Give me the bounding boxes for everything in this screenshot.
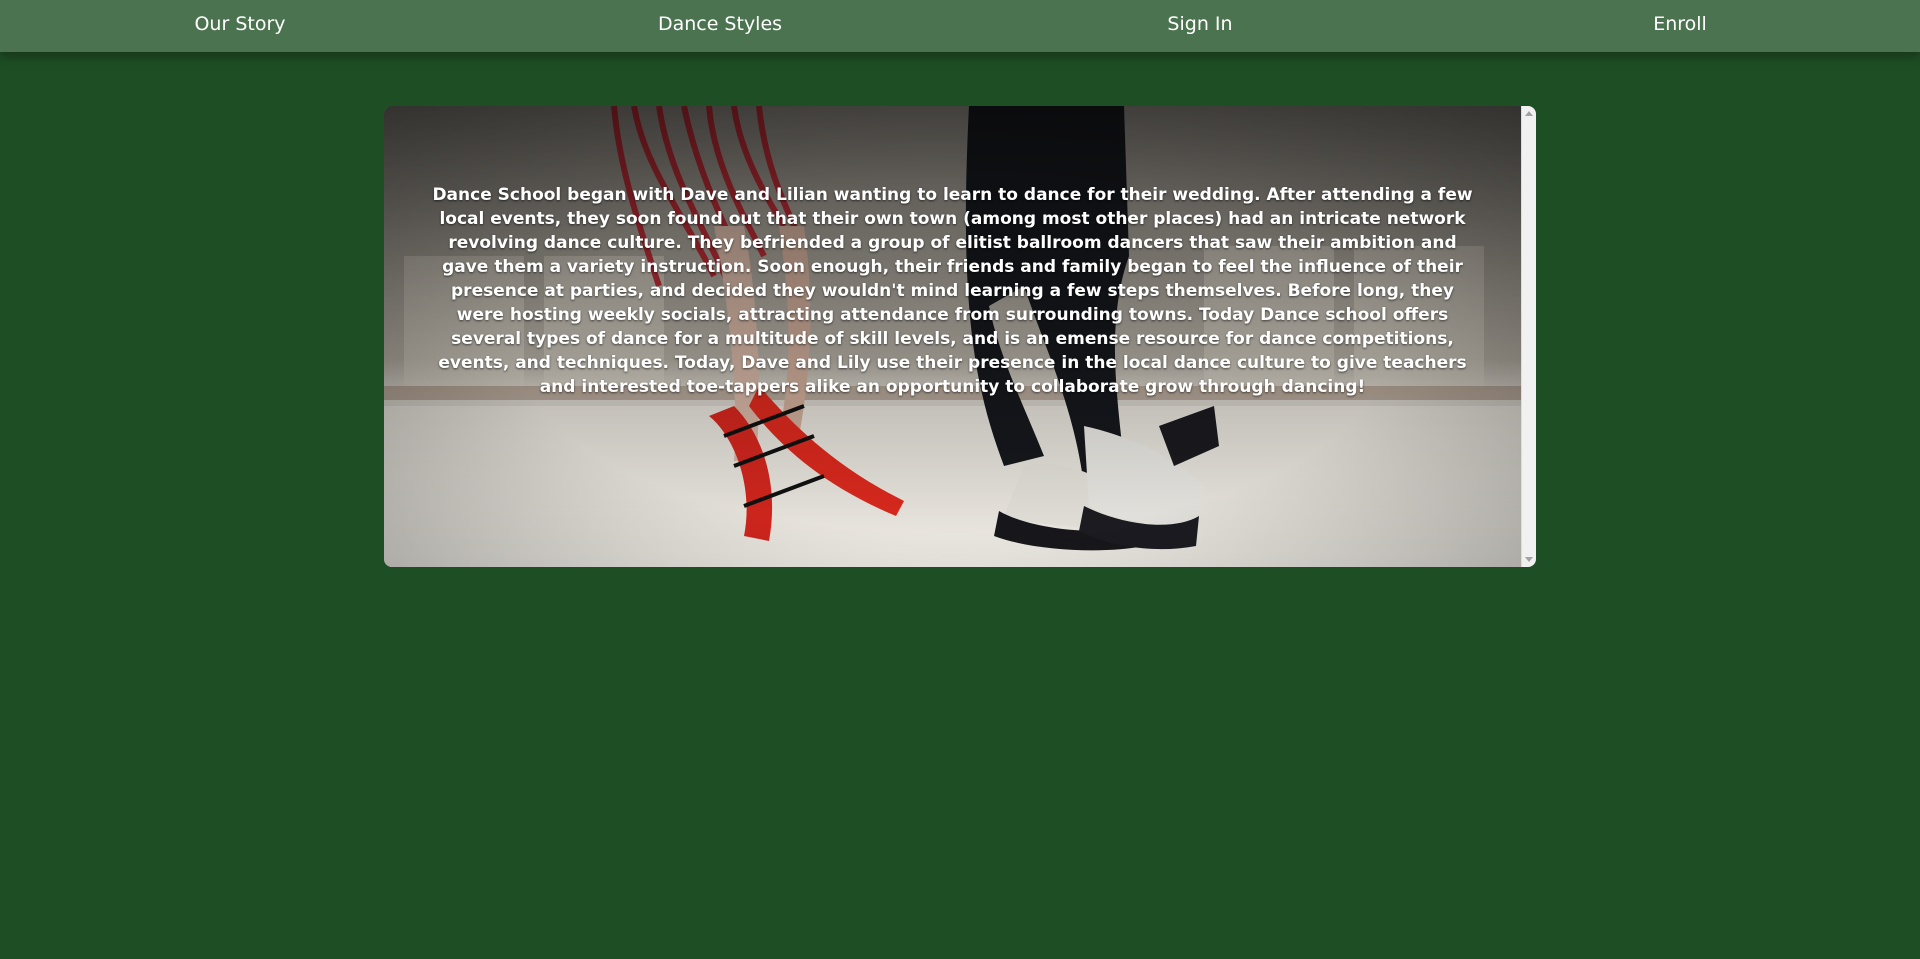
- scroll-up-arrow-icon[interactable]: [1525, 111, 1533, 116]
- nav-link-sign-in[interactable]: Sign In: [960, 0, 1440, 52]
- scroll-down-arrow-icon[interactable]: [1525, 557, 1533, 562]
- nav-link-dance-styles[interactable]: Dance Styles: [480, 0, 960, 52]
- top-navigation: Our Story Dance Styles Sign In Enroll: [0, 0, 1920, 52]
- nav-link-enroll[interactable]: Enroll: [1440, 0, 1920, 52]
- our-story-text: Dance School began with Dave and Lilian …: [432, 185, 1473, 397]
- our-story-panel: Dance School began with Dave and Lilian …: [384, 106, 1536, 567]
- story-scrollbar[interactable]: [1521, 106, 1536, 567]
- nav-link-our-story[interactable]: Our Story: [0, 0, 480, 52]
